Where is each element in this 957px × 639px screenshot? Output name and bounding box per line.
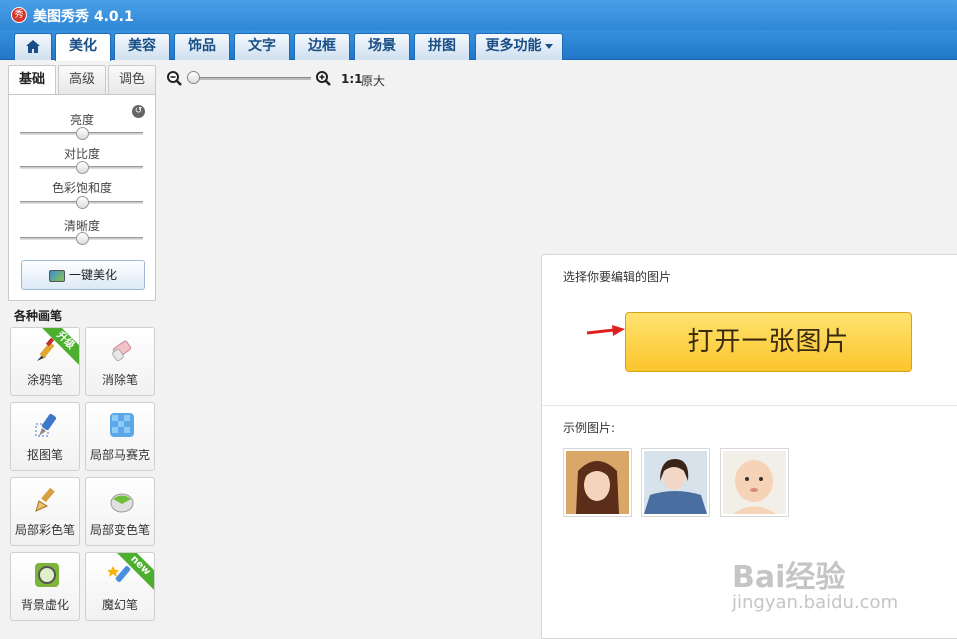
home-icon [26, 40, 40, 53]
contrast-slider[interactable] [20, 161, 143, 174]
saturation-slider[interactable] [20, 196, 143, 209]
tab-more[interactable]: 更多功能 [475, 33, 563, 60]
zoom-slider[interactable] [189, 77, 311, 80]
sharpness-slider[interactable] [20, 232, 143, 245]
contrast-slider-thumb[interactable] [75, 161, 89, 174]
brush-label: 局部马赛克 [89, 448, 150, 462]
chevron-down-icon [544, 43, 553, 49]
sample-images-label: 示例图片: [563, 421, 616, 435]
tab-accessories[interactable]: 饰品 [174, 33, 230, 60]
sample-photo-3 [723, 451, 786, 514]
contrast-label: 对比度 [63, 147, 100, 161]
basic-adjust-panel: ↺ 亮度 对比度 色彩饱和度 清晰度 一键美化 [8, 94, 156, 301]
brush-doodle[interactable]: 升级 涂鸦笔 [10, 327, 80, 396]
tab-more-label: 更多功能 [485, 38, 542, 54]
auto-beautify-icon [48, 269, 65, 282]
brush-label: 局部彩色笔 [14, 523, 75, 537]
tab-collage[interactable]: 拼图 [414, 33, 470, 60]
brightness-slider-thumb[interactable] [75, 127, 89, 140]
brush-eraser[interactable]: 消除笔 [85, 327, 155, 396]
cutout-pen-icon [35, 413, 57, 437]
color-brush-icon [35, 487, 55, 512]
adjust-subtabs: 基础 高级 调色 [8, 65, 156, 95]
watermark-logo: Bai经验 [732, 560, 846, 595]
tab-home[interactable] [14, 33, 52, 60]
brush-label: 消除笔 [101, 373, 138, 387]
saturation-slider-thumb[interactable] [75, 196, 89, 209]
brush-label: 局部变色笔 [89, 523, 150, 537]
brushes-heading: 各种画笔 [14, 309, 63, 323]
tab-beautify[interactable]: 美化 [55, 33, 111, 61]
actual-size-button[interactable]: 1:1 [341, 72, 363, 86]
sample-image-3[interactable] [720, 448, 789, 517]
subtab-advanced[interactable]: 高级 [58, 65, 106, 95]
app-logo-icon: 秀 [11, 7, 27, 23]
brush-label: 背景虚化 [20, 598, 69, 612]
arrow-icon [586, 325, 625, 336]
divider [542, 405, 957, 406]
mosaic-icon [110, 413, 134, 437]
main-nav: 美化 美容 饰品 文字 边框 场景 拼图 更多功能 [0, 30, 957, 61]
title-bar: 秀 美图秀秀 4.0.1 [0, 0, 957, 30]
subtab-color[interactable]: 调色 [108, 65, 156, 95]
brightness-label: 亮度 [69, 113, 94, 127]
select-image-label: 选择你要编辑的图片 [563, 270, 672, 284]
original-size-label[interactable]: 原大 [361, 72, 385, 89]
zoom-out-icon[interactable] [167, 71, 182, 86]
eraser-icon [112, 340, 132, 362]
brush-label: 魔幻笔 [101, 598, 138, 612]
sharpness-slider-thumb[interactable] [75, 232, 89, 245]
open-image-button[interactable]: 打开一张图片 [625, 312, 912, 372]
watermark-url: jingyan.baidu.com [732, 592, 899, 613]
auto-beautify-label: 一键美化 [68, 268, 117, 282]
sample-photo-1 [566, 451, 629, 514]
zoom-in-icon[interactable] [316, 71, 331, 86]
brush-mosaic[interactable]: 局部马赛克 [85, 402, 155, 471]
brush-cutout[interactable]: 抠图笔 [10, 402, 80, 471]
tab-beauty[interactable]: 美容 [114, 33, 170, 60]
subtab-basic[interactable]: 基础 [8, 65, 56, 95]
sample-photo-2 [644, 451, 707, 514]
saturation-label: 色彩饱和度 [51, 181, 112, 195]
recolor-icon [110, 493, 134, 513]
tab-scene[interactable]: 场景 [354, 33, 410, 60]
tab-frame[interactable]: 边框 [294, 33, 350, 60]
app-title: 美图秀秀 4.0.1 [33, 9, 134, 25]
brush-label: 抠图笔 [26, 448, 63, 462]
brightness-slider[interactable] [20, 127, 143, 140]
blur-icon [35, 563, 59, 587]
brush-local-color[interactable]: 局部彩色笔 [10, 477, 80, 546]
watermark: Bai经验 jingyan.baidu.com [732, 552, 898, 613]
sample-image-1[interactable] [563, 448, 632, 517]
sample-image-2[interactable] [641, 448, 710, 517]
brush-bg-blur[interactable]: 背景虚化 [10, 552, 80, 621]
brush-label: 涂鸦笔 [26, 373, 63, 387]
auto-beautify-button[interactable]: 一键美化 [21, 260, 145, 290]
zoom-slider-thumb[interactable] [187, 71, 200, 84]
brush-recolor[interactable]: 局部变色笔 [85, 477, 155, 546]
tab-text[interactable]: 文字 [234, 33, 290, 60]
brush-magic[interactable]: new 魔幻笔 [85, 552, 155, 621]
left-panel: 基础 高级 调色 ↺ 亮度 对比度 色彩饱和度 清晰度 一键美化 各种画笔 升级… [0, 61, 163, 639]
